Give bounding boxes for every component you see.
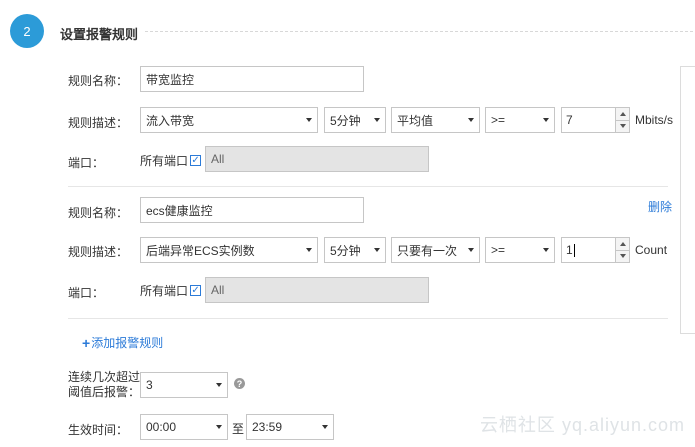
threshold-stepper[interactable]: 1 <box>561 237 630 263</box>
chevron-down-icon <box>543 248 549 252</box>
port-value: All <box>211 152 225 166</box>
section-title: 设置报警规则 <box>60 27 139 42</box>
text-cursor <box>573 243 575 257</box>
chevron-down-icon <box>374 118 380 122</box>
chevron-down-icon <box>306 248 312 252</box>
metric-value: 流入带宽 <box>146 113 195 128</box>
all-ports-checkbox[interactable]: ✓ <box>190 155 202 166</box>
rule-name-label: 规则名称： <box>68 74 129 88</box>
chevron-down-icon <box>322 425 328 429</box>
chevron-down-icon <box>374 248 380 252</box>
all-ports-label: 所有端口 <box>140 284 189 298</box>
start-time-value: 00:00 <box>146 420 177 434</box>
delete-rule-link[interactable]: 删除 <box>648 198 672 215</box>
port-value: All <box>211 283 225 297</box>
all-ports-checkbox[interactable]: ✓ <box>190 285 202 296</box>
consecutive-label-line1: 连续几次超过 <box>68 370 141 384</box>
consecutive-label: 连续几次超过 阈值后报警： <box>68 370 140 400</box>
period-select[interactable]: 5分钟 <box>324 107 386 133</box>
port-input: All <box>205 277 429 303</box>
end-time-select[interactable]: 23:59 <box>246 414 334 440</box>
watermark: 云栖社区 yq.aliyun.com <box>479 415 685 435</box>
add-rule-label: 添加报警规则 <box>91 336 164 350</box>
add-rule-link[interactable]: + 添加报警规则 <box>82 334 163 351</box>
time-separator: 至 <box>232 422 245 436</box>
threshold-value: 7 <box>566 113 573 127</box>
period-select[interactable]: 5分钟 <box>324 237 386 263</box>
unit-label: Count <box>635 243 668 257</box>
consecutive-value: 3 <box>146 378 153 392</box>
rule-divider <box>68 318 668 319</box>
consecutive-select[interactable]: 3 <box>140 372 228 398</box>
decrement-button[interactable] <box>616 249 629 262</box>
operator-select[interactable]: >= <box>485 107 555 133</box>
rule-name-label: 规则名称： <box>68 206 129 220</box>
arrow-down-icon <box>619 124 626 129</box>
chevron-down-icon <box>306 118 312 122</box>
arrow-up-icon <box>619 241 626 246</box>
chevron-down-icon <box>468 248 474 252</box>
operator-value: >= <box>491 243 506 257</box>
operator-select[interactable]: >= <box>485 237 555 263</box>
chevron-down-icon <box>543 118 549 122</box>
threshold-value-wrap: 1 <box>562 238 615 262</box>
port-label: 端口： <box>68 286 105 300</box>
chevron-down-icon <box>216 425 222 429</box>
title-divider <box>145 31 693 32</box>
rule-name-input[interactable]: 带宽监控 <box>140 66 364 92</box>
start-time-select[interactable]: 00:00 <box>140 414 228 440</box>
threshold-stepper[interactable]: 7 <box>561 107 630 133</box>
statistic-value: 平均值 <box>397 113 434 128</box>
arrow-down-icon <box>619 254 626 259</box>
port-label: 端口： <box>68 156 105 170</box>
plus-icon: + <box>82 334 91 351</box>
decrement-button[interactable] <box>616 119 629 132</box>
threshold-value: 1 <box>566 243 573 257</box>
metric-select[interactable]: 流入带宽 <box>140 107 318 133</box>
rule-name-input[interactable]: ecs健康监控 <box>140 197 364 223</box>
rule-divider <box>68 186 668 187</box>
consecutive-label-line2: 阈值后报警： <box>68 385 141 399</box>
operator-value: >= <box>491 113 506 127</box>
all-ports-option: 所有端口 ✓ <box>140 152 202 169</box>
arrow-up-icon <box>619 111 626 116</box>
chevron-down-icon <box>468 118 474 122</box>
help-icon[interactable]: ? <box>234 378 245 389</box>
all-ports-label: 所有端口 <box>140 154 189 168</box>
end-time-value: 23:59 <box>252 420 283 434</box>
rule-name-value: ecs健康监控 <box>146 203 213 218</box>
increment-button[interactable] <box>616 108 629 120</box>
port-input: All <box>205 146 429 172</box>
all-ports-option: 所有端口 ✓ <box>140 282 202 299</box>
statistic-select[interactable]: 只要有一次 <box>391 237 480 263</box>
period-value: 5分钟 <box>330 243 361 258</box>
right-side-panel <box>680 66 695 334</box>
metric-select[interactable]: 后端异常ECS实例数 <box>140 237 318 263</box>
step-number-badge: 2 <box>10 14 44 48</box>
increment-button[interactable] <box>616 238 629 250</box>
rule-desc-label: 规则描述： <box>68 245 129 259</box>
statistic-select[interactable]: 平均值 <box>391 107 480 133</box>
rule-name-value: 带宽监控 <box>146 72 195 87</box>
period-value: 5分钟 <box>330 113 361 128</box>
metric-value: 后端异常ECS实例数 <box>146 243 255 258</box>
chevron-down-icon <box>216 383 222 387</box>
rule-desc-label: 规则描述： <box>68 116 129 130</box>
unit-label: Mbits/s <box>635 113 674 127</box>
effective-time-label: 生效时间： <box>68 423 129 437</box>
statistic-value: 只要有一次 <box>397 243 458 258</box>
